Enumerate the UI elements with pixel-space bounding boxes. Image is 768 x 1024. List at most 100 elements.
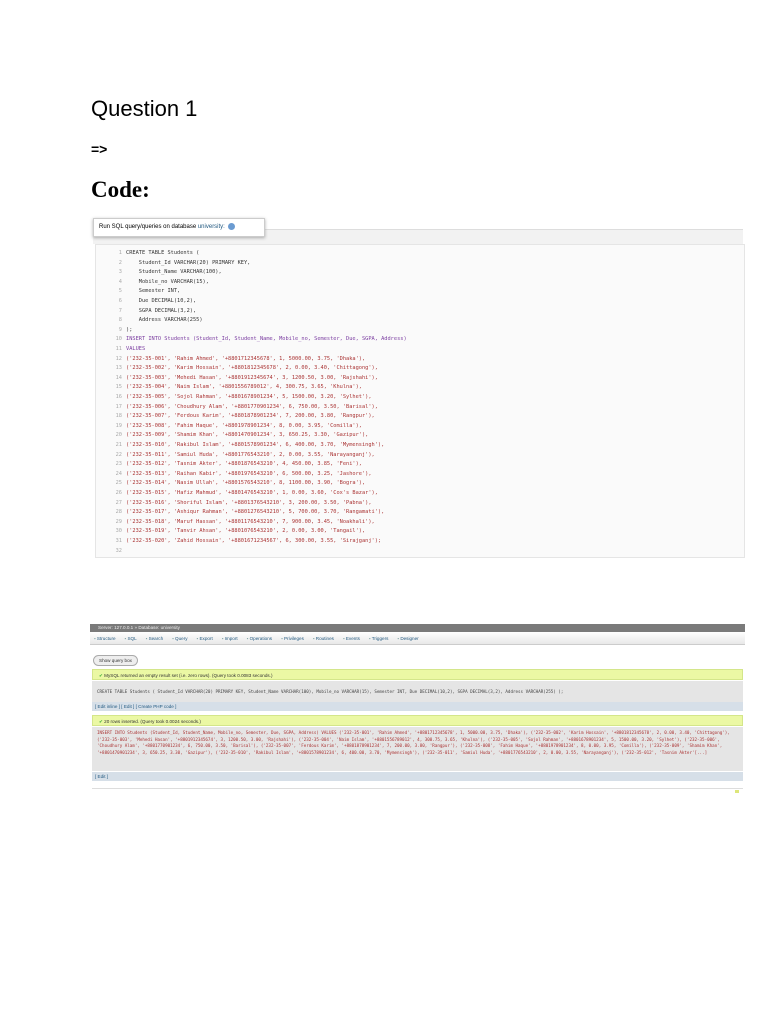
code-line: 25 ('232-35-014', 'Nasim Ullah', '+880157… <box>96 479 366 489</box>
code-line: 15 ('232-35-004', 'Naim Islam', '+8801556… <box>96 383 362 393</box>
code-text: ('232-35-018', 'Maruf Hassan', '+8801176… <box>126 518 375 525</box>
code-text: ('232-35-009', 'Shamim Khan', '+88014709… <box>126 432 369 439</box>
code-text: ('232-35-017', 'Ashiqur Rahman', '+88012… <box>126 509 385 516</box>
line-number: 2 <box>118 259 122 266</box>
code-text: Mobile_no VARCHAR(15), <box>126 278 209 285</box>
code-text: ('232-35-002', 'Karim Hossain', '+880181… <box>126 365 378 372</box>
code-text: Student_Name VARCHAR(100), <box>126 269 222 276</box>
code-line: 5 Semester INT, <box>96 287 180 297</box>
code-line: 22 ('232-35-011', 'Samiul Huda', '+880177… <box>96 451 375 461</box>
show-query-box-button[interactable]: Show query box <box>93 655 138 666</box>
code-text: ('232-35-004', 'Naim Islam', '+880155678… <box>126 384 362 391</box>
tab-export[interactable]: Export <box>197 636 212 641</box>
tab-query[interactable]: Query <box>172 636 188 641</box>
tab-privileges[interactable]: Privileges <box>281 636 304 641</box>
code-text: ('232-35-008', 'Fahim Haque', '+88019789… <box>126 422 362 429</box>
code-text: INSERT INTO Students (Student_Id, Studen… <box>126 336 407 343</box>
document-page: Question 1 => Code: Run SQL query/querie… <box>0 0 768 1024</box>
code-text: VALUES <box>126 346 146 352</box>
sql-query-screenshot: Run SQL query/queries on database univer… <box>93 218 745 558</box>
code-text: ('232-35-019', 'Tanvir Ahsan', '+8801076… <box>126 528 366 535</box>
tab-events[interactable]: Events <box>343 636 360 641</box>
code-text: Student_Id VARCHAR(20) PRIMARY KEY, <box>126 259 251 266</box>
code-text: CREATE TABLE Students ( <box>126 250 200 256</box>
code-heading: Code: <box>91 177 150 202</box>
code-text: ('232-35-013', 'Raihan Kabir', '+8801976… <box>126 470 372 477</box>
tab-structure[interactable]: Structure <box>94 636 116 641</box>
sql-editor[interactable]: 1 CREATE TABLE Students ( 2 Student_Id VAR… <box>95 244 745 558</box>
code-line: 17 ('232-35-006', 'Choudhury Alam', '+880… <box>96 403 378 413</box>
code-text: ('232-35-016', 'Shoriful Islam', '+88013… <box>126 499 372 506</box>
code-line: 18 ('232-35-007', 'Ferdous Karim', '+8801… <box>96 412 375 422</box>
tab-routines[interactable]: Routines <box>313 636 334 641</box>
code-text: ); <box>126 326 133 333</box>
line-number: 3 <box>118 269 122 276</box>
line-number: 26 <box>115 490 122 496</box>
code-line: 19 ('232-35-008', 'Fahim Haque', '+880197… <box>96 422 362 432</box>
code-text: Due DECIMAL(10,2), <box>126 298 197 304</box>
code-line: 2 Student_Id VARCHAR(20) PRIMARY KEY, <box>96 259 251 269</box>
line-number: 4 <box>118 278 122 285</box>
tab-triggers[interactable]: Triggers <box>369 636 389 641</box>
code-line: 26 ('232-35-015', 'Hafiz Mahmud', '+88014… <box>96 489 378 499</box>
line-number: 24 <box>115 470 122 477</box>
edit-links-create[interactable]: [ Edit inline ] [ Edit ] [ Create PHP co… <box>92 702 743 711</box>
arrow-text: => <box>91 141 108 157</box>
code-line: 32 <box>96 547 126 557</box>
line-number: 20 <box>115 432 122 439</box>
code-line: 4 Mobile_no VARCHAR(15), <box>96 278 209 288</box>
code-text: ('232-35-014', 'Nasim Ullah', '+88015765… <box>126 480 366 487</box>
edit-link-insert[interactable]: [ Edit ] <box>92 772 743 781</box>
code-line: 3 Student_Name VARCHAR(100), <box>96 268 222 278</box>
line-number: 5 <box>118 288 122 295</box>
line-number: 25 <box>115 480 122 487</box>
code-line: 8 Address VARCHAR(255) <box>96 316 203 326</box>
code-text: ('232-35-012', 'Tasnim Akter', '+8801876… <box>126 461 362 468</box>
code-text: ('232-35-015', 'Hafiz Mahmud', '+8801476… <box>126 490 378 496</box>
code-text: ('232-35-001', 'Rahim Ahmed', '+88017123… <box>126 355 366 362</box>
code-line: 9); <box>96 326 133 336</box>
help-icon <box>227 222 235 230</box>
line-number: 6 <box>118 298 122 304</box>
code-line: 29 ('232-35-018', 'Maruf Hassan', '+88011… <box>96 518 375 528</box>
code-line: 28 ('232-35-017', 'Ashiqur Rahman', '+880… <box>96 508 385 518</box>
line-number: 16 <box>115 394 122 400</box>
line-number: 22 <box>115 451 122 458</box>
line-number: 9 <box>118 326 122 333</box>
code-line: 6 Due DECIMAL(10,2), <box>96 297 196 307</box>
tab-sql[interactable]: SQL <box>125 636 136 641</box>
line-number: 23 <box>115 461 122 468</box>
code-line: 7 SGPA DECIMAL(3,2), <box>96 307 196 317</box>
line-number: 28 <box>115 509 122 516</box>
tab-import[interactable]: Import <box>222 636 238 641</box>
line-number: 1 <box>118 250 122 256</box>
line-number: 32 <box>115 547 122 554</box>
tab-designer[interactable]: Designer <box>397 636 418 641</box>
code-line: 21 ('232-35-010', 'Rakibul Islam', '+8801… <box>96 441 385 451</box>
database-name: university: <box>197 224 225 230</box>
code-text: ('232-35-011', 'Samiul Huda', '+88017765… <box>126 451 375 458</box>
code-line: 20 ('232-35-009', 'Shamim Khan', '+880147… <box>96 431 369 441</box>
code-line: 27 ('232-35-016', 'Shoriful Islam', '+880… <box>96 499 372 509</box>
code-line: 14 ('232-35-003', 'Mehedi Hasan', '+88019… <box>96 374 378 384</box>
tab-operations[interactable]: Operations <box>247 636 272 641</box>
code-line: 23 ('232-35-012', 'Tasnim Akter', '+88018… <box>96 460 362 470</box>
tab-search[interactable]: Search <box>146 636 164 641</box>
code-line: 11 VALUES <box>96 345 146 355</box>
code-line: 31 ('232-35-020', 'Zahid Hossain', '+8801… <box>96 537 382 547</box>
line-number: 12 <box>115 355 122 362</box>
line-number: 27 <box>115 499 122 506</box>
line-number: 18 <box>115 413 122 420</box>
line-number: 17 <box>115 403 122 410</box>
code-line: 12 ('232-35-001', 'Rahim Ahmed', '+880171… <box>96 355 366 365</box>
line-number: 8 <box>118 317 122 324</box>
resize-icon <box>735 790 739 793</box>
line-number: 30 <box>115 528 122 535</box>
line-number: 29 <box>115 518 122 525</box>
code-text: ('232-35-007', 'Ferdous Karim', '+880187… <box>126 413 375 420</box>
code-text: SGPA DECIMAL(3,2), <box>126 307 197 314</box>
code-text: ('232-35-003', 'Mehedi Hasan', '+8801912… <box>126 374 378 381</box>
line-number: 31 <box>115 538 122 544</box>
line-number: 14 <box>115 374 122 381</box>
line-number: 10 <box>115 336 122 343</box>
